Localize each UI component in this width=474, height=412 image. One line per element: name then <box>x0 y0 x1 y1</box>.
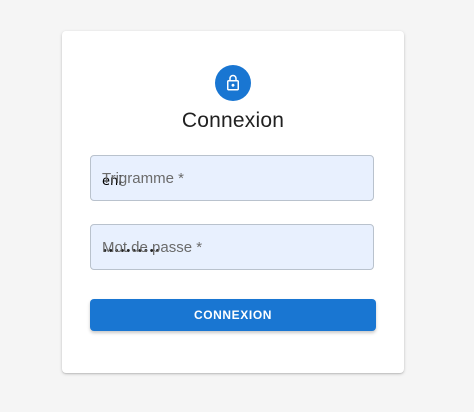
trigramme-field[interactable]: eni Trigramme * <box>90 155 374 201</box>
trigramme-label: Trigramme * <box>102 170 184 187</box>
page-title: Connexion <box>181 109 285 132</box>
login-card: Connexion eni Trigramme * •••••••••• Mot… <box>62 31 404 373</box>
connexion-button[interactable]: CONNEXION <box>90 299 376 331</box>
lock-icon <box>227 74 239 91</box>
password-field[interactable]: •••••••••• Mot de passe * <box>90 224 374 270</box>
password-label: Mot de passe * <box>102 239 203 256</box>
lock-avatar <box>215 65 251 101</box>
